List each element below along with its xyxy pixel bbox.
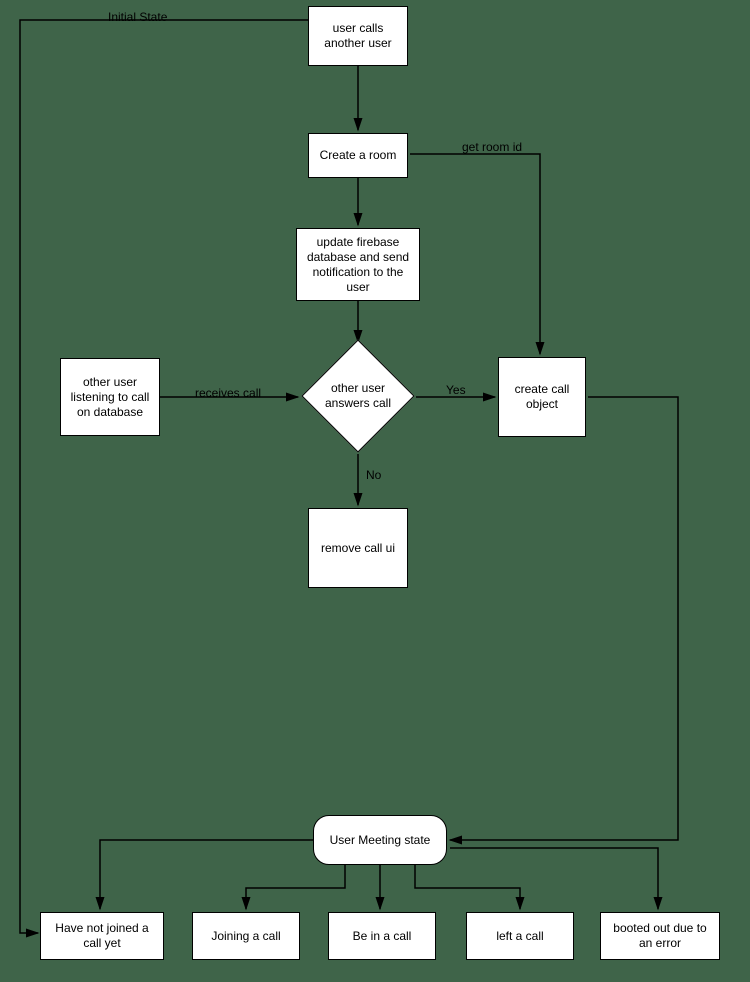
state-booted-error-label: booted out due to an error (607, 921, 713, 951)
flowchart-canvas: user calls another user Create a room up… (0, 0, 750, 982)
state-joining: Joining a call (192, 912, 300, 960)
node-decision-answers-call: other user answers call (301, 339, 414, 452)
node-create-room: Create a room (308, 133, 408, 178)
node-other-user-listening-label: other user listening to call on database (67, 375, 153, 420)
node-other-user-listening: other user listening to call on database (60, 358, 160, 436)
state-left-call: left a call (466, 912, 574, 960)
edge-label-receives-call: receives call (195, 386, 261, 400)
node-update-firebase: update firebase database and send notifi… (296, 228, 420, 301)
state-booted-error: booted out due to an error (600, 912, 720, 960)
node-update-firebase-label: update firebase database and send notifi… (303, 235, 413, 295)
node-user-meeting-state: User Meeting state (313, 815, 447, 865)
edge-label-get-room-id: get room id (462, 140, 522, 154)
state-not-joined: Have not joined a call yet (40, 912, 164, 960)
node-user-meeting-state-label: User Meeting state (330, 833, 431, 848)
state-not-joined-label: Have not joined a call yet (47, 921, 157, 951)
node-create-room-label: Create a room (320, 148, 397, 163)
state-in-call-label: Be in a call (353, 929, 412, 944)
node-create-call-object: create call object (498, 357, 586, 437)
edge-label-yes: Yes (446, 383, 466, 397)
state-joining-label: Joining a call (211, 929, 280, 944)
node-remove-call-ui: remove call ui (308, 508, 408, 588)
edge-label-initial-state: Initial State (108, 10, 167, 24)
state-in-call: Be in a call (328, 912, 436, 960)
node-user-calls: user calls another user (308, 6, 408, 66)
state-left-call-label: left a call (496, 929, 543, 944)
node-create-call-object-label: create call object (505, 382, 579, 412)
node-user-calls-label: user calls another user (315, 21, 401, 51)
edge-label-no: No (366, 468, 381, 482)
node-remove-call-ui-label: remove call ui (321, 541, 395, 556)
node-decision-answers-call-label: other user answers call (319, 381, 397, 411)
